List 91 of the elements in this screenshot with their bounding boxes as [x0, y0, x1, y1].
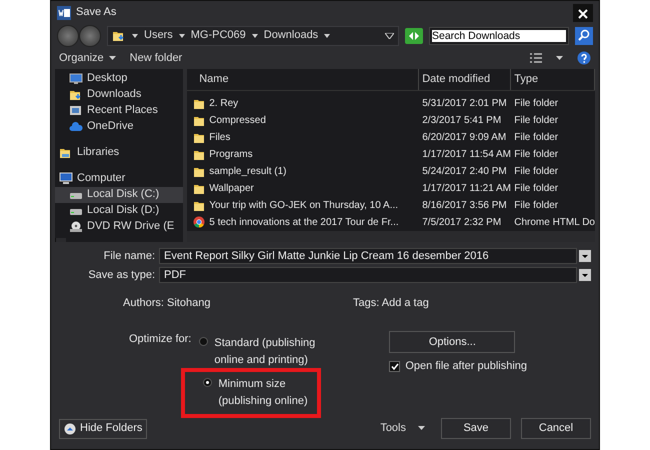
authors-text: Authors: Sitohang	[123, 296, 212, 310]
file-name-field[interactable]: Event Report Silky Girl Matte Junkie Lip Cream 16 desember 2016	[159, 248, 577, 264]
type-cell-text: Chrome HTML Do	[513, 216, 595, 230]
date-cell-text: 6/20/2017 9:09 AM	[421, 130, 508, 144]
type-cell-text: File folder	[513, 198, 560, 212]
column-header[interactable]: Name	[187, 68, 420, 90]
file-name[interactable]: sample_result (1)	[209, 164, 286, 178]
type-cell-text: File folder	[513, 164, 560, 178]
dropdown-icon	[579, 250, 591, 262]
file-name[interactable]: Your trip with GO-JEK on Thursday, 10 A...	[209, 198, 398, 212]
caret-icon	[252, 34, 258, 38]
caret-icon	[108, 56, 116, 60]
sidebar-item[interactable]: Downloads	[55, 86, 184, 102]
toolbar-button[interactable]: Organize	[59, 50, 116, 66]
option-label[interactable]: Minimum size (publishing online)	[218, 376, 328, 409]
date-cell-text: 7/5/2017 2:32 PM	[421, 216, 502, 230]
dropdown-icon	[385, 32, 394, 39]
field-label: File name:	[102, 248, 155, 264]
file-name[interactable]: Wallpaper	[209, 180, 254, 196]
file-name[interactable]: Compressed	[209, 112, 266, 128]
caret-icon	[418, 426, 425, 430]
tools-button[interactable]: Tools	[380, 420, 425, 437]
dialog-button[interactable]: Save	[441, 418, 511, 439]
help-icon	[577, 50, 591, 65]
breadcrumb[interactable]: Users	[144, 27, 173, 44]
dropdown-icon	[579, 269, 591, 282]
caret-icon	[324, 34, 330, 38]
radio-button[interactable]	[203, 378, 212, 387]
breadcrumb[interactable]: MG-PC069	[190, 27, 246, 44]
cloud-icon	[69, 122, 83, 132]
type-cell-text: File folder	[513, 148, 560, 162]
sidebar-item[interactable]: Recent Places	[55, 102, 184, 118]
file-name[interactable]: Files	[209, 130, 230, 144]
address-bar[interactable]: Users MG-PC069 Downloads	[107, 26, 399, 46]
option-label[interactable]: Standard (publishing online and printing)	[214, 335, 324, 368]
optical-drive-icon	[69, 220, 83, 232]
close-icon	[578, 8, 588, 19]
chrome-icon	[193, 216, 206, 228]
date-cell-text: 2/3/2017 5:41 PM	[421, 114, 502, 128]
dialog-button[interactable]: Cancel	[521, 418, 591, 439]
check-icon	[390, 362, 399, 370]
downloads-folder-icon	[112, 29, 126, 42]
window-title: Save As	[76, 5, 116, 20]
monitor-icon	[69, 72, 83, 84]
toolbar-button[interactable]: New folder	[130, 50, 182, 66]
date-cell-text: 1/17/2017 11:54 AM	[421, 148, 512, 162]
type-dropdown[interactable]: PDF	[159, 267, 577, 284]
document-app-icon	[57, 6, 71, 20]
checkbox[interactable]	[389, 360, 400, 372]
optimize-label: Optimize for:	[129, 332, 192, 347]
caret-icon	[132, 34, 138, 38]
recent-places-icon	[69, 104, 83, 117]
type-cell-text: File folder	[513, 130, 560, 144]
caret-icon	[178, 34, 185, 38]
sidebar-item[interactable]: Computer	[55, 170, 184, 186]
sidebar-item[interactable]: DVD RW Drive (E	[55, 218, 184, 234]
downloads-folder-icon	[69, 88, 83, 101]
type-cell-text: File folder	[513, 96, 560, 110]
close-button[interactable]	[573, 4, 593, 22]
date-cell-text: 5/31/2017 2:01 PM	[421, 96, 508, 110]
file-name[interactable]: Programs	[209, 146, 253, 162]
search-field[interactable]: Search Downloads	[429, 26, 569, 45]
caret-icon	[556, 56, 563, 60]
refresh-icon[interactable]	[405, 28, 423, 44]
library-icon	[59, 146, 73, 159]
field-label: Save as type:	[87, 268, 155, 283]
column-header[interactable]: Type	[511, 68, 595, 90]
checkbox-label[interactable]: Open file after publishing	[405, 358, 528, 374]
sidebar-item[interactable]: Local Disk (D:)	[55, 202, 184, 218]
file-name[interactable]: 2. Rey	[209, 96, 238, 110]
computer-icon	[59, 172, 73, 185]
date-cell-text: 1/17/2017 11:21 AM	[421, 182, 512, 196]
column-header[interactable]: Date modified	[419, 68, 512, 90]
sidebar-item[interactable]: Libraries	[55, 144, 184, 160]
radio-button[interactable]	[199, 337, 208, 346]
type-cell-text: File folder	[513, 182, 560, 196]
hide-folders-button[interactable]: Hide Folders	[59, 418, 148, 438]
sidebar-item[interactable]: Local Disk (C:)	[55, 186, 184, 202]
tags-text[interactable]: Tags: Add a tag	[353, 294, 429, 311]
date-cell-text: 5/24/2017 2:40 PM	[421, 164, 508, 178]
back-button[interactable]	[57, 24, 79, 47]
breadcrumb[interactable]: Downloads	[264, 27, 318, 44]
sidebar-item[interactable]: Desktop	[55, 70, 184, 86]
search-icon[interactable]	[575, 26, 593, 45]
date-cell-text: 8/16/2017 3:56 PM	[421, 198, 508, 212]
forward-button[interactable]	[79, 24, 101, 47]
sidebar-item[interactable]: OneDrive	[55, 118, 184, 134]
options-button[interactable]: Options...	[389, 331, 516, 353]
file-name[interactable]: 5 tech innovations at the 2017 Tour de Fr...	[209, 214, 399, 230]
view-list-icon	[530, 52, 542, 63]
type-cell-text: File folder	[513, 114, 560, 128]
